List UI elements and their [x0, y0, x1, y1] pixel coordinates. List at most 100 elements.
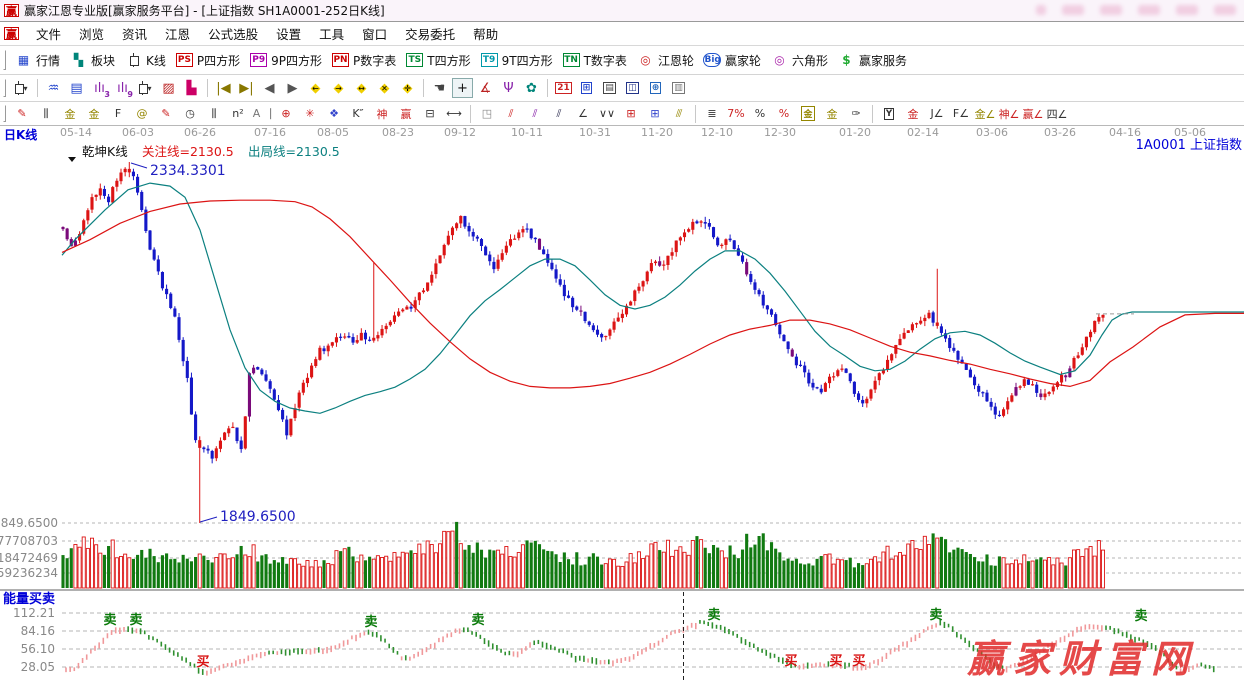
- spiral-tool-icon[interactable]: @: [131, 105, 153, 122]
- ruler-123-icon[interactable]: ⊟: [419, 105, 441, 122]
- fan-purple-icon[interactable]: ⫽: [524, 105, 546, 122]
- histogram-color-icon[interactable]: ▙: [181, 78, 202, 98]
- menu-file[interactable]: 文件: [27, 21, 70, 46]
- save-disk-icon[interactable]: ◫: [622, 78, 643, 98]
- k-quote-icon[interactable]: K″: [347, 105, 369, 122]
- angle-measure-icon[interactable]: ∡: [475, 78, 496, 98]
- price-ladder-icon[interactable]: ≣: [701, 105, 723, 122]
- menu-window[interactable]: 窗口: [353, 21, 396, 46]
- candle-style-icon[interactable]: ▾: [135, 78, 156, 98]
- menu-help[interactable]: 帮助: [464, 21, 507, 46]
- gold-line-icon[interactable]: 金: [821, 105, 843, 122]
- window-control-button[interactable]: [1100, 5, 1122, 15]
- toolbar-grip[interactable]: [3, 79, 6, 97]
- grid-blue-icon[interactable]: ⊞: [644, 105, 666, 122]
- ink-pen-icon[interactable]: ✑: [845, 105, 867, 122]
- chart-area[interactable]: 05-1406-0306-2607-1608-0508-2309-1210-11…: [0, 126, 1244, 681]
- toolbar-button-p-square[interactable]: PSP四方形: [171, 50, 245, 71]
- toolbar-button-t-number-table[interactable]: TNT数字表: [558, 50, 632, 71]
- brush-red-icon[interactable]: ✎: [155, 105, 177, 122]
- pane-divider[interactable]: [0, 589, 1244, 591]
- toolbar-button-quotes[interactable]: ▦行情: [10, 50, 65, 71]
- star-burst-icon[interactable]: ✳: [299, 105, 321, 122]
- hand-tool-icon[interactable]: ☚: [429, 78, 450, 98]
- bars-3-icon[interactable]: ılı3: [89, 78, 110, 98]
- zoom-left-icon[interactable]: ◆←: [305, 78, 326, 98]
- gold-circle-icon[interactable]: 金: [797, 105, 819, 122]
- shen-angle-icon[interactable]: 神∠: [998, 105, 1020, 122]
- zigzag-icon[interactable]: ∨∨: [596, 105, 618, 122]
- width-marker-icon[interactable]: ⟷: [443, 105, 465, 122]
- menu-trade-order[interactable]: 交易委托: [396, 21, 464, 46]
- f-tool-icon[interactable]: F: [107, 105, 129, 122]
- grid-red-icon[interactable]: ⊞: [620, 105, 642, 122]
- calendar-icon[interactable]: 21: [553, 78, 574, 98]
- skip-last-icon[interactable]: ▶|: [236, 78, 257, 98]
- ying-angle-icon[interactable]: 赢∠: [1022, 105, 1044, 122]
- j-angle-icon[interactable]: J∠: [926, 105, 948, 122]
- menu-settings[interactable]: 设置: [267, 21, 310, 46]
- zoom-in-icon[interactable]: ◆✛: [397, 78, 418, 98]
- window-control-button[interactable]: [1138, 5, 1160, 15]
- menu-news[interactable]: 资讯: [113, 21, 156, 46]
- pen-red-icon[interactable]: ✎: [11, 105, 33, 122]
- time-clock-icon[interactable]: ◷: [179, 105, 201, 122]
- window-control-button[interactable]: [1036, 5, 1046, 15]
- menu-formula-stock-pick[interactable]: 公式选股: [199, 21, 267, 46]
- gann-gold-2-icon[interactable]: 金: [83, 105, 105, 122]
- gann-gold-1-icon[interactable]: 金: [59, 105, 81, 122]
- zoom-both-icon[interactable]: ◆↔: [351, 78, 372, 98]
- letter-angle-icon[interactable]: A⎹: [251, 105, 273, 122]
- window-control-button[interactable]: [1214, 5, 1236, 15]
- step-forward-icon[interactable]: ▶: [282, 78, 303, 98]
- toolbar-button-hexagon[interactable]: ◎六角形: [766, 50, 833, 71]
- toolbar-button-sectors[interactable]: ▚板块: [65, 50, 120, 71]
- four-angle-icon[interactable]: 四∠: [1046, 105, 1068, 122]
- toolbar-button-winner-service[interactable]: $赢家服务: [833, 50, 912, 71]
- step-back-icon[interactable]: ◀: [259, 78, 280, 98]
- cup-tool-icon[interactable]: Y: [878, 105, 900, 122]
- fib-comb-icon[interactable]: ⫼: [35, 105, 57, 122]
- f-angle-icon[interactable]: F∠: [950, 105, 972, 122]
- menu-tools[interactable]: 工具: [310, 21, 353, 46]
- toolbar-button-gann-wheel[interactable]: ◎江恩轮: [632, 50, 699, 71]
- period-daily-icon[interactable]: ▾: [11, 78, 32, 98]
- chart-doc-icon[interactable]: ▤: [66, 78, 87, 98]
- notes-icon[interactable]: ▤: [599, 78, 620, 98]
- crosshair-tool-icon[interactable]: +: [452, 78, 473, 98]
- grid-star-icon[interactable]: ❖: [323, 105, 345, 122]
- skip-first-icon[interactable]: |◀: [213, 78, 234, 98]
- fib-comb-2-icon[interactable]: ⫼: [203, 105, 225, 122]
- gold-angle-icon[interactable]: 金∠: [974, 105, 996, 122]
- zoom-right-icon[interactable]: ◆→: [328, 78, 349, 98]
- n-squared-icon[interactable]: n²: [227, 105, 249, 122]
- tool-teal-icon[interactable]: ✿: [521, 78, 542, 98]
- menu-browse[interactable]: 浏览: [70, 21, 113, 46]
- tool-purple-icon[interactable]: Ψ: [498, 78, 519, 98]
- box-corner-icon[interactable]: ◳: [476, 105, 498, 122]
- toolbar-button-9t-square[interactable]: T99T四方形: [476, 50, 558, 71]
- parallel-lines-icon[interactable]: ⫻: [668, 105, 690, 122]
- bars-9-icon[interactable]: ılı9: [112, 78, 133, 98]
- toolbar-button-t-square[interactable]: TST四方形: [401, 50, 475, 71]
- fan-dark-icon[interactable]: ⫽: [548, 105, 570, 122]
- toolbar-grip[interactable]: [3, 50, 6, 70]
- window-control-button[interactable]: [1062, 5, 1084, 15]
- toolbar-button-winner-wheel[interactable]: Big赢家轮: [699, 50, 766, 71]
- gold-underline-icon[interactable]: 金: [902, 105, 924, 122]
- ying-tool-icon[interactable]: 赢: [395, 105, 417, 122]
- menu-gann[interactable]: 江恩: [156, 21, 199, 46]
- toolbar-button-p-number-table[interactable]: PNP数字表: [327, 50, 401, 71]
- pc-export-icon[interactable]: ▥: [668, 78, 689, 98]
- seven-percent-icon[interactable]: 7%: [725, 105, 747, 122]
- fan-red-icon[interactable]: ⫽: [500, 105, 522, 122]
- rays-icon[interactable]: ∠: [572, 105, 594, 122]
- circle-cross-icon[interactable]: ⊕: [275, 105, 297, 122]
- percent-icon[interactable]: %: [749, 105, 771, 122]
- shen-tool-icon[interactable]: 神: [371, 105, 393, 122]
- calculator-icon[interactable]: ⊞: [576, 78, 597, 98]
- web-refresh-icon[interactable]: ⊕: [645, 78, 666, 98]
- chart-wave-icon[interactable]: ♒: [43, 78, 64, 98]
- toolbar-button-kline[interactable]: K线: [120, 50, 171, 71]
- percent-line-icon[interactable]: %: [773, 105, 795, 122]
